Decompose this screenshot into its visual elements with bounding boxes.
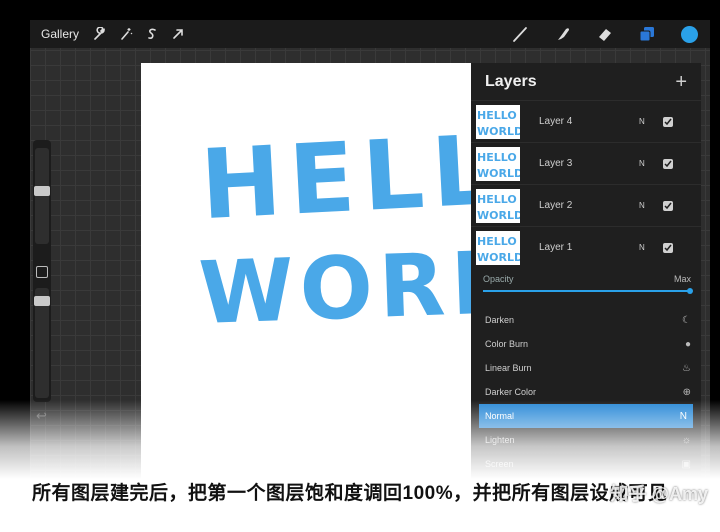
visibility-checkbox[interactable] (663, 242, 673, 253)
opacity-label: Opacity (483, 274, 514, 284)
blend-mode-label: Color Burn (485, 339, 529, 349)
thumbnail-line1: HELLO (477, 109, 517, 122)
layer-row[interactable]: HELLO WORLD Layer 2 N (471, 184, 701, 226)
thumbnail-line1: HELLO (477, 151, 517, 164)
burn-icon: ● (684, 338, 691, 350)
layer-name: Layer 2 (539, 200, 573, 211)
modify-button[interactable] (36, 266, 48, 278)
visibility-checkbox[interactable] (663, 116, 673, 127)
opacity-control[interactable]: Opacity Max (471, 268, 701, 308)
blend-mode-item[interactable]: Color Burn ● (471, 332, 701, 356)
brush-icon[interactable] (500, 21, 542, 47)
layer-row[interactable]: HELLO WORLD Layer 4 N (471, 100, 701, 142)
thumbnail-line1: HELLO (477, 193, 517, 206)
layer-name: Layer 3 (539, 158, 573, 169)
subtitle-fade (0, 400, 720, 532)
transform-arrow-icon[interactable] (165, 21, 191, 47)
layer-list: HELLO WORLD Layer 4 N HELLO WORLD Layer 3 N HELL… (471, 100, 701, 268)
brush-size-slider[interactable] (34, 148, 50, 244)
layer-thumbnail: HELLO WORLD (476, 230, 520, 265)
layer-name: Layer 1 (539, 242, 573, 253)
blend-mode-label: Darken (485, 315, 515, 325)
plus-circle-icon: ⊕ (682, 386, 691, 398)
blend-mode-indicator[interactable]: N (639, 201, 659, 210)
opacity-knob[interactable] (687, 288, 693, 294)
layers-title: Layers (485, 72, 537, 90)
current-color-swatch (680, 25, 698, 43)
thumbnail-line2: WORLD (477, 125, 520, 138)
thumbnail-line2: WORLD (477, 251, 520, 264)
opacity-thumb[interactable] (34, 296, 50, 306)
moon-icon: ☾ (682, 314, 691, 326)
flame-icon: ♨ (682, 362, 691, 374)
layers-header: Layers + (471, 63, 701, 100)
thumbnail-line2: WORLD (477, 209, 520, 222)
layer-thumbnail: HELLO WORLD (476, 104, 520, 139)
blend-mode-indicator[interactable]: N (639, 159, 659, 168)
brush-size-thumb[interactable] (34, 186, 50, 196)
watermark: 知乎 @Amy (610, 484, 708, 504)
opacity-value: Max (673, 274, 691, 284)
smudge-icon[interactable] (542, 21, 584, 47)
thumbnail-line1: HELLO (477, 235, 517, 248)
visibility-checkbox[interactable] (663, 158, 673, 169)
blend-mode-indicator[interactable]: N (639, 243, 659, 252)
blend-mode-item[interactable]: Darken ☾ (471, 308, 701, 332)
layer-thumbnail: HELLO WORLD (476, 146, 520, 181)
opacity-slider[interactable] (34, 288, 50, 398)
wrench-icon[interactable] (87, 21, 113, 47)
top-toolbar: Gallery (30, 20, 710, 48)
layer-row[interactable]: HELLO WORLD Layer 3 N (471, 142, 701, 184)
blend-mode-label: Darker Color (485, 387, 537, 397)
color-picker-button[interactable] (668, 21, 710, 47)
thumbnail-line2: WORLD (477, 167, 520, 180)
layer-thumbnail: HELLO WORLD (476, 188, 520, 223)
magic-wand-icon[interactable] (113, 21, 139, 47)
left-sidebar (33, 140, 51, 402)
layers-icon[interactable] (626, 21, 668, 47)
add-layer-button[interactable]: + (675, 72, 687, 92)
opacity-track[interactable] (483, 290, 691, 292)
selection-icon[interactable] (139, 21, 165, 47)
blend-mode-indicator[interactable]: N (639, 117, 659, 126)
layer-row[interactable]: HELLO WORLD Layer 1 N (471, 226, 701, 268)
gallery-button[interactable]: Gallery (41, 27, 79, 41)
visibility-checkbox[interactable] (663, 200, 673, 211)
eraser-icon[interactable] (584, 21, 626, 47)
right-tool-group (500, 20, 710, 48)
blend-mode-item[interactable]: Linear Burn ♨ (471, 356, 701, 380)
layer-name: Layer 4 (539, 116, 573, 127)
blend-mode-label: Linear Burn (485, 363, 532, 373)
